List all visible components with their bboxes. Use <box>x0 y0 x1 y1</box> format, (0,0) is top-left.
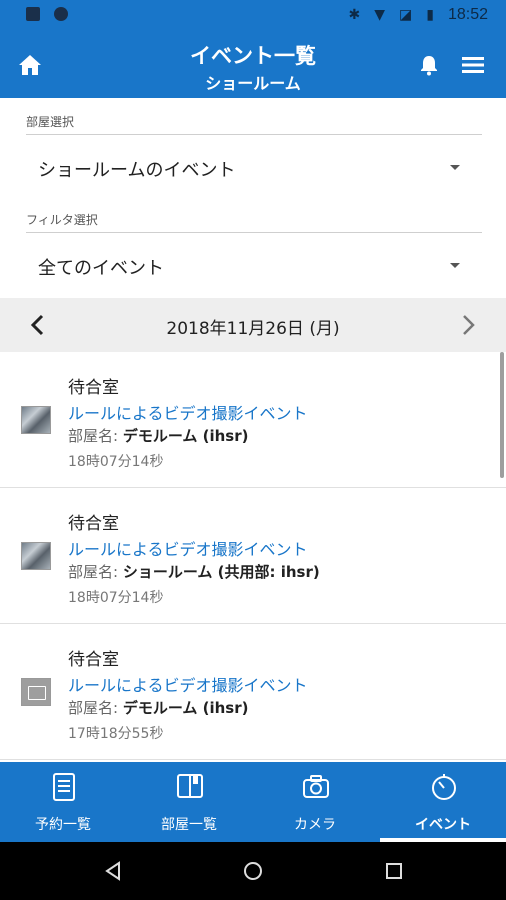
event-type-link[interactable]: ルールによるビデオ撮影イベント <box>68 672 308 696</box>
event-room-label: 部屋名: <box>68 427 119 445</box>
tab-label: カメラ <box>294 817 336 833</box>
no-signal-icon: ◪ <box>399 7 413 23</box>
menu-icon[interactable] <box>462 57 484 73</box>
event-title: 待合室 <box>68 378 119 398</box>
tab-camera[interactable]: カメラ <box>252 762 378 842</box>
event-room: 部屋名: デモルーム (ihsr) <box>68 425 248 446</box>
list-scrollbar[interactable] <box>500 352 504 478</box>
filter-select-divider <box>26 232 482 233</box>
system-navigation-bar <box>0 842 506 900</box>
event-list-item[interactable]: 待合室 ルールによるビデオ撮影イベント 部屋名: デモルーム (ihsr) 17… <box>0 624 506 760</box>
date-navigator: 2018年11月26日 (月) <box>0 298 506 352</box>
back-icon[interactable] <box>102 860 124 882</box>
tab-rooms[interactable]: 部屋一覧 <box>126 762 252 842</box>
tab-label: 部屋一覧 <box>161 817 217 833</box>
event-list: 待合室 ルールによるビデオ撮影イベント 部屋名: デモルーム (ihsr) 18… <box>0 352 506 762</box>
tab-events[interactable]: イベント <box>380 762 506 842</box>
event-room-value: デモルーム (ihsr) <box>122 699 249 717</box>
current-date: 2018年11月26日 (月) <box>166 319 340 339</box>
room-select-label: 部屋選択 <box>26 115 75 129</box>
event-type-link[interactable]: ルールによるビデオ撮影イベント <box>68 400 308 424</box>
image-placeholder-icon <box>21 678 51 706</box>
room-book-icon <box>177 774 203 798</box>
filter-select-dropdown[interactable]: 全てのイベント <box>26 244 482 284</box>
bottom-navigation: 予約一覧 部屋一覧 カメラ イベント <box>0 762 506 842</box>
dropdown-arrow-icon <box>450 165 460 170</box>
tab-reservations[interactable]: 予約一覧 <box>0 762 126 842</box>
event-room: 部屋名: デモルーム (ihsr) <box>68 697 248 718</box>
event-room-value: ショールーム (共用部: ihsr) <box>122 563 320 581</box>
filter-select-value: 全てのイベント <box>38 258 164 279</box>
event-time: 17時18分55秒 <box>68 726 164 742</box>
wifi-icon: ▼ <box>374 7 385 23</box>
event-thumbnail <box>21 542 51 570</box>
event-list-item[interactable]: 待合室 ルールによるビデオ撮影イベント 部屋名: デモルーム (ihsr) 18… <box>0 352 506 488</box>
event-room-value: デモルーム (ihsr) <box>122 427 249 445</box>
event-time: 18時07分14秒 <box>68 590 164 606</box>
event-title: 待合室 <box>68 650 119 670</box>
app-bar: イベント一覧 ショールーム <box>0 30 506 98</box>
room-select-dropdown[interactable]: ショールームのイベント <box>26 146 482 186</box>
gallery-notification-icon <box>26 7 40 21</box>
event-time: 18時07分14秒 <box>68 454 164 470</box>
room-select-divider <box>26 134 482 135</box>
bluetooth-icon: ✱ <box>348 7 361 23</box>
event-title: 待合室 <box>68 514 119 534</box>
battery-icon: ▮ <box>426 7 434 23</box>
tab-label: 予約一覧 <box>35 817 91 833</box>
recents-icon[interactable] <box>383 860 405 882</box>
list-book-icon <box>53 773 75 801</box>
event-type-link[interactable]: ルールによるビデオ撮影イベント <box>68 536 308 560</box>
camera-icon <box>303 775 329 798</box>
dropdown-arrow-icon <box>450 263 460 268</box>
event-room: 部屋名: ショールーム (共用部: ihsr) <box>68 561 320 582</box>
filter-select-label: フィルタ選択 <box>26 213 98 227</box>
tab-label: イベント <box>415 817 471 833</box>
status-time: 18:52 <box>447 6 488 23</box>
status-bar: ✱ ▼ ◪ ▮ 18:52 <box>0 0 506 30</box>
event-room-label: 部屋名: <box>68 699 119 717</box>
event-list-item[interactable]: 待合室 ルールによるビデオ撮影イベント 部屋名: ショールーム (共用部: ih… <box>0 488 506 624</box>
room-select-value: ショールームのイベント <box>38 160 236 181</box>
home-circle-icon[interactable] <box>242 860 264 882</box>
timer-icon <box>432 774 456 800</box>
event-room-label: 部屋名: <box>68 563 119 581</box>
chevron-right-icon[interactable] <box>458 313 478 337</box>
bell-icon[interactable] <box>418 54 440 76</box>
app-notification-icon <box>54 7 68 21</box>
event-thumbnail <box>21 406 51 434</box>
